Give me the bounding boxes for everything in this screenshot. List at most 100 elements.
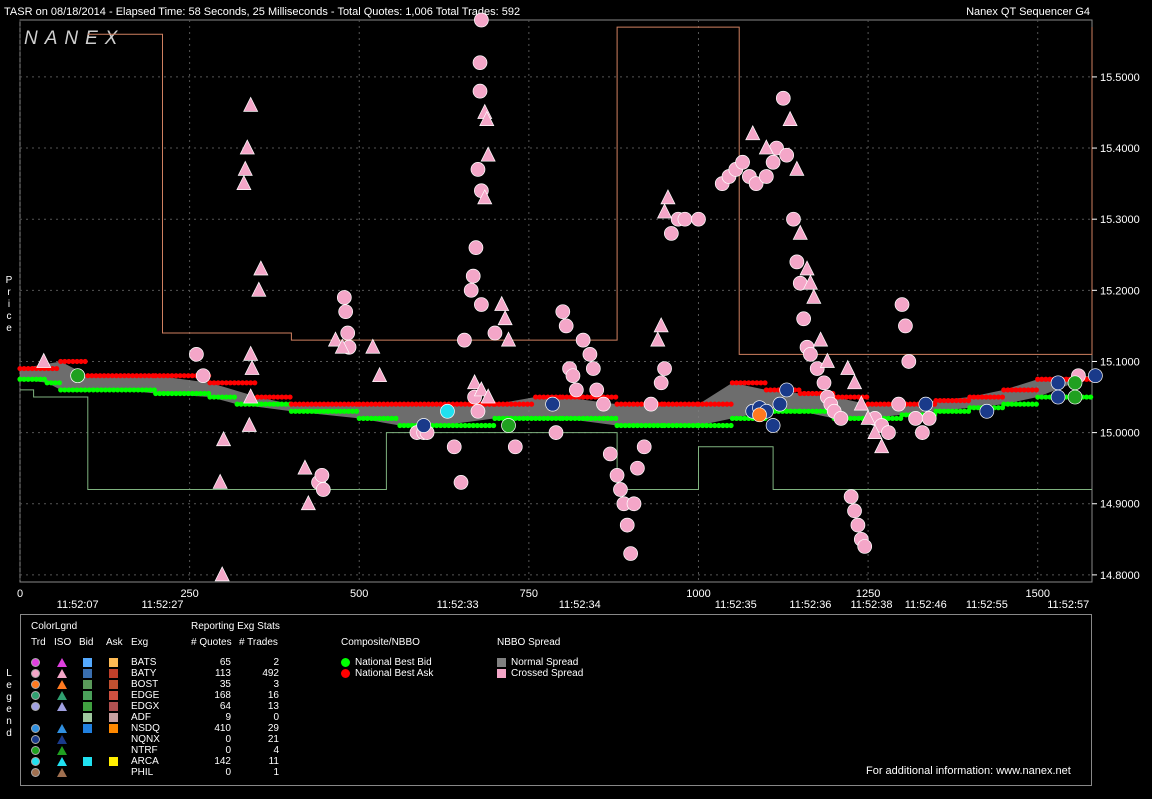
spread-header: NBBO Spread <box>497 637 561 648</box>
legend-label-char: d <box>6 728 12 739</box>
legend-panel: ColorLgnd Trd ISO Bid Ask Exg Reporting … <box>20 614 1092 786</box>
trade-circle-baty <box>789 254 805 270</box>
quote-count: 0 <box>225 767 231 778</box>
bid-swatch <box>83 757 92 766</box>
trade-circle-baty <box>908 411 923 426</box>
nanex-watermark: NANEX <box>24 28 124 49</box>
exchange-name: NQNX <box>131 734 160 745</box>
trade-circle-baty <box>898 318 913 334</box>
exchange-name: BOST <box>131 679 159 690</box>
trade-circle-nqnx <box>765 418 781 433</box>
trade-circle-ntrf <box>501 418 516 433</box>
trade-circle-baty <box>626 496 642 512</box>
iso-triangle-icon <box>57 735 67 744</box>
trade-circle-baty <box>575 332 591 348</box>
ask-swatch <box>109 691 118 700</box>
trade-circle-baty <box>850 517 866 533</box>
trade-circle-baty <box>582 347 598 362</box>
trade-count: 13 <box>267 701 279 712</box>
trade-circle-nqnx <box>416 418 432 433</box>
trade-circle-nqnx <box>772 396 788 412</box>
quote-count: 168 <box>214 690 231 701</box>
trade-circle-nqnx <box>979 403 995 419</box>
trade-circle-baty <box>775 90 791 106</box>
nbb-marker <box>490 422 497 429</box>
normal-spread-swatch <box>497 658 506 667</box>
nba-marker <box>528 401 535 407</box>
iso-triangle-icon <box>57 746 67 755</box>
trade-circle-baty <box>786 211 801 227</box>
legend-col-trd: Trd <box>31 637 46 648</box>
trade-count: 2 <box>273 657 279 668</box>
exchange-name: NSDQ <box>131 723 160 734</box>
y-tick-label: 14.8000 <box>1100 570 1140 582</box>
trade-circle-baty <box>653 375 669 391</box>
trade-circle-ntrf <box>70 368 86 384</box>
quote-count: 142 <box>214 756 231 767</box>
bid-swatch <box>83 702 92 711</box>
national-best-bid-label: National Best Bid <box>355 657 432 668</box>
time-label: 11:52:55 <box>966 599 1008 610</box>
trade-dot-icon <box>31 691 40 700</box>
exchange-name: BATS <box>131 657 157 668</box>
bid-swatch <box>83 724 92 733</box>
trade-circle-ntrf <box>1067 375 1083 391</box>
time-label: 11:52:27 <box>141 599 183 610</box>
trade-dot-icon <box>31 680 40 689</box>
trade-circle-baty <box>619 517 635 533</box>
iso-triangle-icon <box>57 757 67 766</box>
trade-circle-baty <box>765 154 781 170</box>
nba-marker <box>54 365 60 372</box>
bid-swatch <box>83 658 92 667</box>
nba-marker <box>762 380 768 386</box>
legend-col-exg: Exg <box>131 637 149 648</box>
trade-circle-baty <box>548 425 564 440</box>
trade-circle-baty <box>657 361 672 376</box>
footer-info[interactable]: For additional information: www.nanex.ne… <box>866 765 1071 777</box>
trade-circle-nqnx <box>1050 389 1066 405</box>
trade-circle-baty <box>758 169 774 184</box>
bid-swatch <box>83 680 92 689</box>
nba-marker <box>864 394 870 400</box>
trade-circle-baty <box>487 325 503 341</box>
ask-swatch <box>109 713 118 722</box>
trade-circle-baty <box>691 211 706 227</box>
crossed-spread-swatch <box>497 669 506 678</box>
legend-colorlgnd-header: ColorLgnd <box>31 621 78 632</box>
time-label: 11:52:07 <box>57 599 99 610</box>
x-tick-label: 500 <box>350 588 368 600</box>
nba-marker <box>728 401 734 407</box>
plot-frame <box>19 19 1093 583</box>
legend-col-bid: Bid <box>79 637 94 648</box>
quote-count: 410 <box>214 723 231 734</box>
ask-swatch <box>109 757 118 766</box>
trade-count: 11 <box>268 756 279 767</box>
trade-circle-baty <box>338 304 354 320</box>
nba-marker <box>252 380 258 386</box>
trade-circle-baty <box>446 439 462 455</box>
time-label: 11:52:46 <box>905 599 947 610</box>
national-best-ask-label: National Best Ask <box>355 668 434 679</box>
trade-circle-baty <box>463 282 479 298</box>
nba-marker <box>287 394 293 400</box>
trade-circle-baty <box>189 347 204 362</box>
y-tick-label: 14.9000 <box>1100 499 1140 511</box>
price-chart[interactable]: NANEX 14.8000 14.9000 15.0000 15.1000 15.200… <box>0 0 1152 610</box>
exchange-name: EDGE <box>131 690 160 701</box>
legend-label-char: L <box>6 668 12 679</box>
trade-circle-baty <box>843 489 859 504</box>
trade-circle-nqnx <box>545 396 560 412</box>
trade-circle-baty <box>555 304 571 320</box>
trade-count: 1 <box>273 767 279 778</box>
trade-circle-baty <box>891 396 906 412</box>
trade-circle-baty <box>315 482 331 497</box>
quote-count: 65 <box>219 657 231 668</box>
y-tick-label: 15.0000 <box>1100 428 1140 440</box>
trade-circle-baty <box>336 290 352 305</box>
trade-circle-baty <box>474 297 489 312</box>
time-label: 11:52:33 <box>437 599 479 610</box>
trade-circle-baty <box>609 467 625 483</box>
trade-count: 21 <box>267 734 279 745</box>
nba-marker <box>82 358 88 365</box>
ask-swatch <box>109 702 118 711</box>
